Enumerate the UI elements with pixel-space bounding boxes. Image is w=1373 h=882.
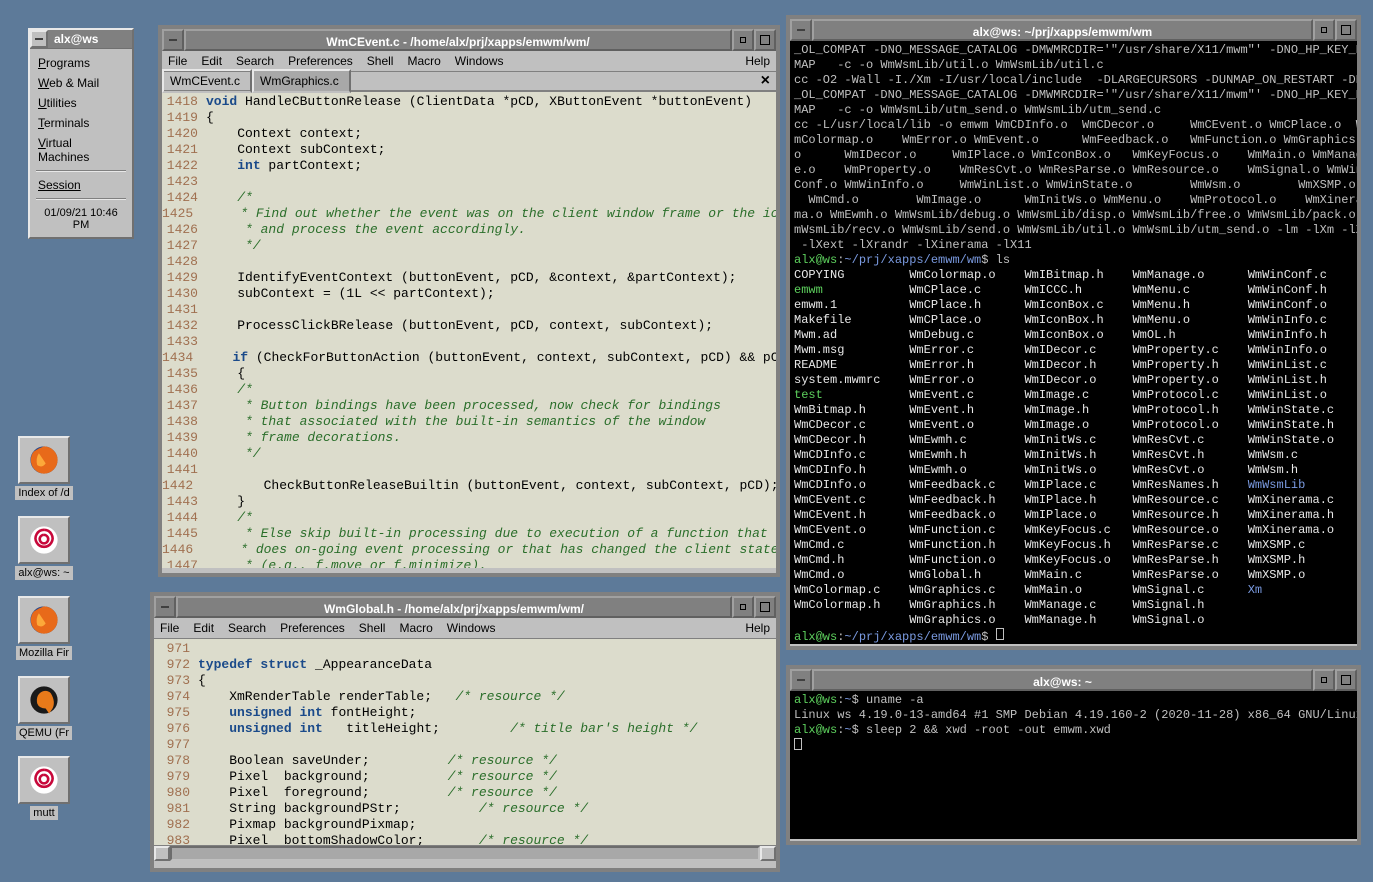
window-menu-button[interactable] — [162, 29, 184, 51]
icon-label: QEMU (Fr — [16, 726, 72, 740]
tab-bar: WmCEvent.cWmGraphics.c × — [162, 72, 776, 92]
titlebar[interactable]: WmCEvent.c - /home/alx/prj/xapps/emwm/wm… — [162, 29, 776, 51]
qemu-icon — [18, 676, 70, 724]
code-area[interactable]: 971972typedef struct _AppearanceData973{… — [154, 639, 776, 845]
maximize-button[interactable] — [1335, 669, 1357, 691]
window-menu-button[interactable] — [790, 669, 812, 691]
debian-icon — [18, 516, 70, 564]
menu-item[interactable]: Macro — [399, 621, 432, 635]
editor-window-2: WmGlobal.h - /home/alx/prj/xapps/emwm/wm… — [150, 592, 780, 872]
icon-label: mutt — [30, 806, 57, 820]
maximize-button[interactable] — [754, 596, 776, 618]
window-menu-button[interactable] — [790, 19, 812, 41]
firefox-icon — [18, 436, 70, 484]
titlebar[interactable]: alx@ws: ~/prj/xapps/emwm/wm — [790, 19, 1357, 41]
menu-item[interactable]: Shell — [359, 621, 386, 635]
close-tab-icon[interactable]: × — [761, 72, 770, 90]
icon-label: Index of /d — [15, 486, 72, 500]
editor-tab[interactable]: WmGraphics.c — [252, 69, 351, 93]
minimize-button[interactable] — [732, 29, 754, 51]
menu-item[interactable]: Search — [228, 621, 266, 635]
menu-item[interactable]: Shell — [367, 54, 394, 68]
clock: 01/09/21 10:46 PM — [36, 203, 126, 233]
panel-title: alx@ws — [48, 30, 132, 48]
window-title: alx@ws: ~ — [812, 669, 1313, 691]
separator — [36, 170, 126, 172]
horizontal-scrollbar[interactable] — [154, 845, 776, 861]
desktop-icon[interactable]: Mozilla Fir — [14, 596, 74, 660]
window-menu-button[interactable] — [154, 596, 176, 618]
menu-item[interactable]: Edit — [201, 54, 222, 68]
scroll-right-button[interactable] — [760, 846, 776, 861]
editor-tab[interactable]: WmCEvent.c — [162, 69, 252, 93]
maximize-button[interactable] — [1335, 19, 1357, 41]
panel-item[interactable]: Terminals — [36, 113, 126, 133]
desktop-icon[interactable]: Index of /d — [14, 436, 74, 500]
desktop-icon[interactable]: alx@ws: ~ — [14, 516, 74, 580]
menu-item[interactable]: Macro — [407, 54, 440, 68]
desktop-icon[interactable]: mutt — [14, 756, 74, 820]
panel-item[interactable]: Virtual Machines — [36, 133, 126, 167]
scroll-left-button[interactable] — [154, 846, 170, 861]
panel-titlebar[interactable]: alx@ws — [30, 30, 132, 49]
panel-item[interactable]: Utilities — [36, 93, 126, 113]
maximize-button[interactable] — [754, 29, 776, 51]
menu-help[interactable]: Help — [745, 621, 770, 635]
icon-label: Mozilla Fir — [16, 646, 72, 660]
menu-help[interactable]: Help — [745, 54, 770, 68]
panel-item[interactable]: Web & Mail — [36, 73, 126, 93]
terminal-window-1: alx@ws: ~/prj/xapps/emwm/wm _OL_COMPAT -… — [786, 15, 1361, 650]
menu-item[interactable]: Edit — [193, 621, 214, 635]
menubar: File Edit Search Preferences Shell Macro Windo… — [154, 618, 776, 639]
menu-item[interactable]: Windows — [455, 54, 504, 68]
code-area[interactable]: 1418void HandleCButtonRelease (ClientDat… — [162, 92, 776, 568]
desktop-icon[interactable]: QEMU (Fr — [14, 676, 74, 740]
titlebar[interactable]: WmGlobal.h - /home/alx/prj/xapps/emwm/wm… — [154, 596, 776, 618]
window-title: alx@ws: ~/prj/xapps/emwm/wm — [812, 19, 1313, 41]
main-menu-panel: alx@ws ProgramsWeb & MailUtilitiesTermin… — [28, 28, 134, 239]
menu-item[interactable]: Search — [236, 54, 274, 68]
menu-item[interactable]: File — [168, 54, 187, 68]
debian-icon — [18, 756, 70, 804]
minimize-button[interactable] — [732, 596, 754, 618]
terminal-window-2: alx@ws: ~ alx@ws:~$ uname -aLinux ws 4.1… — [786, 665, 1361, 845]
minimize-button[interactable] — [1313, 19, 1335, 41]
icon-label: alx@ws: ~ — [15, 566, 72, 580]
panel-menu-button[interactable] — [30, 30, 48, 48]
window-title: WmCEvent.c - /home/alx/prj/xapps/emwm/wm… — [184, 29, 732, 51]
separator — [36, 198, 126, 200]
menu-item[interactable]: File — [160, 621, 179, 635]
panel-session[interactable]: Session — [36, 175, 126, 195]
panel-item[interactable]: Programs — [36, 53, 126, 73]
firefox-icon — [18, 596, 70, 644]
menu-item[interactable]: Preferences — [288, 54, 353, 68]
minimize-button[interactable] — [1313, 669, 1335, 691]
titlebar[interactable]: alx@ws: ~ — [790, 669, 1357, 691]
terminal-area[interactable]: alx@ws:~$ uname -aLinux ws 4.19.0-13-amd… — [790, 691, 1357, 839]
terminal-area[interactable]: _OL_COMPAT -DNO_MESSAGE_CATALOG -DMWMRCD… — [790, 41, 1357, 644]
window-title: WmGlobal.h - /home/alx/prj/xapps/emwm/wm… — [176, 596, 732, 618]
editor-window-1: WmCEvent.c - /home/alx/prj/xapps/emwm/wm… — [158, 25, 780, 577]
menu-item[interactable]: Windows — [447, 621, 496, 635]
menu-item[interactable]: Preferences — [280, 621, 345, 635]
